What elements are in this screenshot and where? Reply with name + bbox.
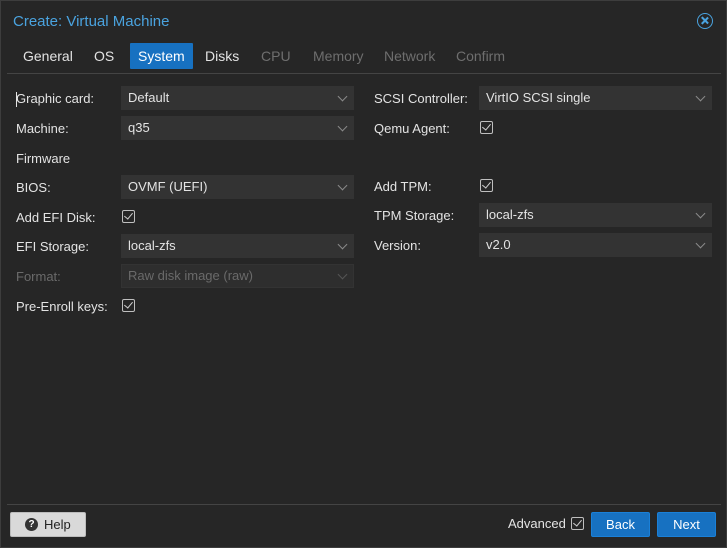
chevron-down-icon[interactable] <box>337 180 348 191</box>
chevron-down-icon[interactable] <box>337 239 348 250</box>
pre-enroll-keys-label: Pre-Enroll keys: <box>16 299 108 314</box>
format-value: Raw disk image (raw) <box>128 268 253 283</box>
advanced-checkbox[interactable] <box>571 517 584 530</box>
firmware-heading: Firmware <box>16 151 71 166</box>
advanced-label: Advanced <box>508 516 566 531</box>
chevron-down-icon[interactable] <box>695 91 706 102</box>
bios-label: BIOS: <box>16 180 51 195</box>
tab-os[interactable]: OS <box>86 43 122 69</box>
tab-cpu: CPU <box>261 48 291 64</box>
chevron-down-icon[interactable] <box>337 91 348 102</box>
scsi-controller-value: VirtIO SCSI single <box>486 90 591 105</box>
scsi-controller-label: SCSI Controller: <box>374 91 468 106</box>
add-tpm-checkbox[interactable] <box>480 179 493 192</box>
chevron-down-icon[interactable] <box>695 208 706 219</box>
close-icon[interactable] <box>697 13 713 29</box>
system-panel <box>7 73 721 505</box>
machine-label: Machine: <box>16 121 69 136</box>
version-select[interactable]: v2.0 <box>479 233 712 257</box>
add-tpm-label: Add TPM: <box>374 179 432 194</box>
qemu-agent-label: Qemu Agent: <box>374 121 450 136</box>
add-efi-disk-checkbox[interactable] <box>122 210 135 223</box>
create-vm-dialog: Create: Virtual Machine General OS Syste… <box>0 0 727 548</box>
graphic-card-value: Default <box>128 90 170 105</box>
dialog-footer: ? Help Advanced Back Next <box>1 506 726 547</box>
help-label: Help <box>44 517 71 532</box>
version-label: Version: <box>374 238 421 253</box>
efi-storage-select[interactable]: local-zfs <box>121 234 354 258</box>
scsi-controller-select[interactable]: VirtIO SCSI single <box>479 86 712 110</box>
chevron-down-icon <box>337 269 348 280</box>
machine-select[interactable]: q35 <box>121 116 354 140</box>
tab-bar: General OS System Disks CPU Memory Netwo… <box>1 41 726 73</box>
graphic-card-label: Graphic card: <box>16 91 95 106</box>
tab-network: Network <box>384 48 436 64</box>
question-circle-icon: ? <box>25 518 38 531</box>
next-button[interactable]: Next <box>657 512 716 537</box>
efi-storage-value: local-zfs <box>128 238 176 253</box>
dialog-title: Create: Virtual Machine <box>13 13 170 30</box>
qemu-agent-checkbox[interactable] <box>480 121 493 134</box>
tpm-storage-label: TPM Storage: <box>374 208 455 223</box>
version-value: v2.0 <box>486 237 511 252</box>
tab-system[interactable]: System <box>130 43 193 69</box>
help-button[interactable]: ? Help <box>10 512 86 537</box>
efi-storage-label: EFI Storage: <box>16 239 89 254</box>
pre-enroll-keys-checkbox[interactable] <box>122 299 135 312</box>
bios-value: OVMF (UEFI) <box>128 179 208 194</box>
machine-value: q35 <box>128 120 150 135</box>
chevron-down-icon[interactable] <box>337 121 348 132</box>
chevron-down-icon[interactable] <box>695 238 706 249</box>
tpm-storage-select[interactable]: local-zfs <box>479 203 712 227</box>
graphic-card-select[interactable]: Default <box>121 86 354 110</box>
title-bar[interactable]: Create: Virtual Machine <box>1 1 726 41</box>
tab-general[interactable]: General <box>15 43 81 69</box>
tab-confirm: Confirm <box>456 48 506 64</box>
format-select: Raw disk image (raw) <box>121 264 354 288</box>
tab-disks[interactable]: Disks <box>197 43 247 69</box>
add-efi-disk-label: Add EFI Disk: <box>16 210 96 225</box>
bios-select[interactable]: OVMF (UEFI) <box>121 175 354 199</box>
tpm-storage-value: local-zfs <box>486 207 534 222</box>
back-button[interactable]: Back <box>591 512 650 537</box>
format-label: Format: <box>16 269 61 284</box>
tab-memory: Memory <box>313 48 364 64</box>
